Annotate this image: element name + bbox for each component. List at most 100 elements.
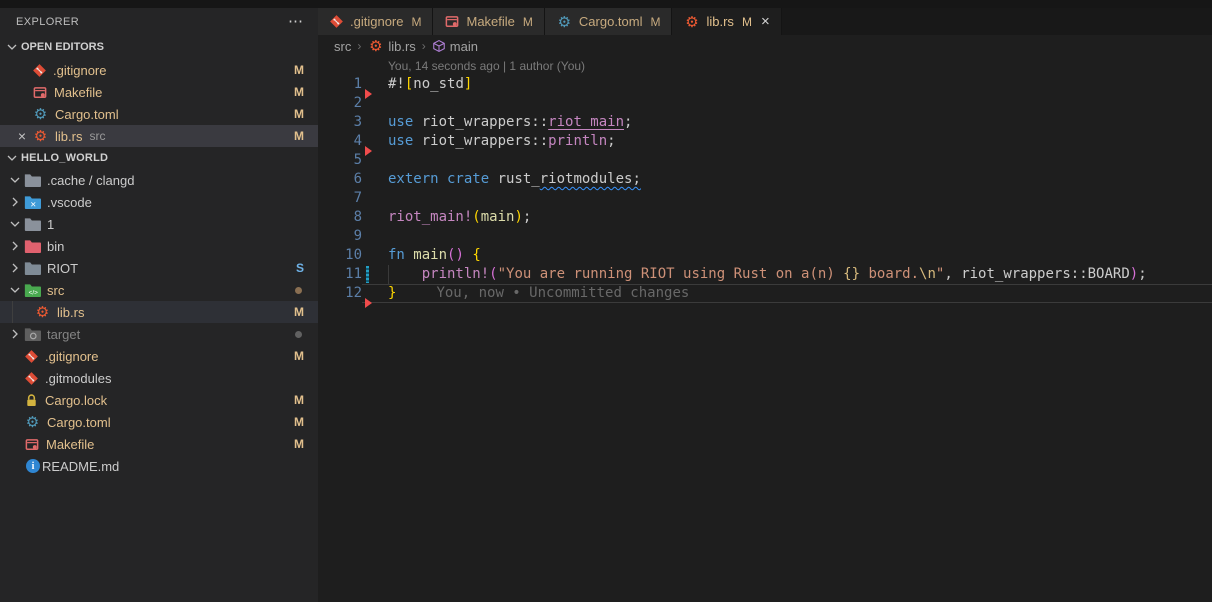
open-editors-list: .gitignoreMMakefileM⚙Cargo.tomlM×⚙lib.rs… [0, 59, 318, 147]
code-token: \n [919, 266, 936, 282]
git-modified-marker [366, 266, 369, 283]
file-label: .gitignore [53, 63, 106, 78]
file-label: RIOT [47, 261, 78, 276]
file-label: Cargo.toml [55, 107, 119, 122]
code-line-7[interactable]: 7 [318, 189, 1212, 208]
code-line-11[interactable]: 11 println!("You are running RIOT using … [318, 265, 1212, 284]
breadcrumb-item-src[interactable]: src [334, 39, 351, 54]
code-line-10[interactable]: 10fn main() { [318, 246, 1212, 265]
explorer-sidebar: EXPLORER ⋯ OPEN EDITORS .gitignoreMMakef… [0, 0, 318, 602]
open-editor-item-lib.rs[interactable]: ×⚙lib.rssrcM [0, 125, 318, 147]
indent-guide [388, 265, 389, 284]
tree-item-cargo.toml[interactable]: ⚙Cargo.tomlM [0, 411, 318, 433]
tree-item-makefile[interactable]: MakefileM [0, 433, 318, 455]
svg-text:</>: </> [29, 289, 38, 296]
explorer-title: EXPLORER [16, 16, 79, 28]
svg-text:✕: ✕ [30, 199, 36, 208]
code-line-3[interactable]: 3use riot_wrappers::riot_main; [318, 113, 1212, 132]
git-status-badge: M [294, 107, 304, 121]
file-label: 1 [47, 217, 54, 232]
open-editors-header[interactable]: OPEN EDITORS [0, 35, 318, 59]
git-status-badge: M [294, 63, 304, 77]
line-number: 3 [318, 113, 362, 132]
folder-icon: </> [24, 283, 41, 298]
tree-item-.gitmodules[interactable]: .gitmodules [0, 367, 318, 389]
file-label: lib.rs [55, 129, 82, 144]
line-number: 8 [318, 208, 362, 227]
git-status-badge: M [294, 129, 304, 143]
explorer-header: EXPLORER ⋯ [0, 8, 318, 35]
file-label: README.md [42, 459, 119, 474]
chevron-slot [6, 260, 24, 276]
tree-item-target[interactable]: target [0, 323, 318, 345]
code-token [388, 266, 422, 282]
code-token: riot_wrappers:: [422, 133, 548, 149]
code-token: #! [388, 76, 405, 92]
window-title-strip [0, 0, 1212, 8]
tab-cargo.toml[interactable]: ⚙Cargo.tomlM [545, 8, 673, 35]
code-token: ( [472, 209, 480, 225]
git-icon [32, 63, 47, 78]
breadcrumb-item-main[interactable]: main [432, 39, 478, 54]
open-editor-item-makefile[interactable]: MakefileM [0, 81, 318, 103]
line-number: 6 [318, 170, 362, 189]
chevron-down-icon [4, 39, 20, 55]
line-number: 11 [318, 265, 362, 284]
git-deleted-marker [365, 298, 372, 308]
tree-item-.vscode[interactable]: ✕.vscode [0, 191, 318, 213]
chevron-down-icon [7, 216, 23, 232]
modified-dot-badge [295, 287, 302, 294]
chevron-down-icon [4, 150, 20, 166]
tab-.gitignore[interactable]: .gitignoreM [318, 8, 433, 35]
tree-item-1[interactable]: 1 [0, 213, 318, 235]
close-icon[interactable]: × [12, 128, 32, 144]
code-token: println! [422, 266, 489, 282]
code-editor[interactable]: 1#![no_std]23use riot_wrappers::riot_mai… [318, 75, 1212, 303]
code-token: ; [607, 133, 615, 149]
tab-label: .gitignore [350, 14, 403, 29]
code-token: ; [523, 209, 531, 225]
code-token: use [388, 133, 422, 149]
breadcrumb-item-lib.rs[interactable]: ⚙lib.rs [367, 38, 415, 54]
code-line-5[interactable]: 5 [318, 151, 1212, 170]
tab-lib.rs[interactable]: ⚙lib.rsM× [672, 8, 781, 35]
code-line-12[interactable]: 12}You, now • Uncommitted changes [318, 284, 1212, 303]
chevron-slot [6, 326, 24, 342]
rust-icon: ⚙ [683, 14, 700, 30]
close-icon[interactable]: × [761, 15, 770, 28]
workspace-header[interactable]: HELLO_WORLD [0, 147, 318, 169]
line-content: }You, now • Uncommitted changes [362, 284, 1212, 303]
tab-makefile[interactable]: MakefileM [433, 8, 544, 35]
file-label: .gitmodules [45, 371, 111, 386]
tab-label: Cargo.toml [579, 14, 643, 29]
tree-item-riot[interactable]: RIOTS [0, 257, 318, 279]
code-line-4[interactable]: 4use riot_wrappers::println; [318, 132, 1212, 151]
more-actions-icon[interactable]: ⋯ [288, 17, 304, 27]
git-status-badge: M [294, 85, 304, 99]
tree-item-.gitignore[interactable]: .gitignoreM [0, 345, 318, 367]
tab-modified-badge: M [650, 15, 660, 29]
folder-icon [24, 239, 41, 254]
chevron-slot [6, 172, 24, 188]
open-editor-item-cargo.toml[interactable]: ⚙Cargo.tomlM [0, 103, 318, 125]
code-line-2[interactable]: 2 [318, 94, 1212, 113]
code-line-8[interactable]: 8riot_main!(main); [318, 208, 1212, 227]
open-editor-item-.gitignore[interactable]: .gitignore M [0, 59, 318, 81]
chevron-slot [6, 282, 24, 298]
tree-item-.cache-clangd[interactable]: .cache / clangd [0, 169, 318, 191]
breadcrumb: src›⚙lib.rs›main [318, 35, 1212, 57]
git-icon [24, 371, 39, 386]
tree-item-cargo.lock[interactable]: Cargo.lockM [0, 389, 318, 411]
code-token: riot_main [548, 114, 624, 130]
tree-item-bin[interactable]: bin [0, 235, 318, 257]
code-token: ) [1130, 266, 1138, 282]
line-number: 1 [318, 75, 362, 94]
makefile-icon [444, 14, 460, 29]
tree-item-readme.md[interactable]: iREADME.md [0, 455, 318, 477]
code-line-6[interactable]: 6extern crate rust_riotmodules; [318, 170, 1212, 189]
code-line-1[interactable]: 1#![no_std] [318, 75, 1212, 94]
code-token: ] [464, 76, 472, 92]
tree-item-src[interactable]: </>src [0, 279, 318, 301]
tree-item-lib.rs[interactable]: ⚙lib.rsM [0, 301, 318, 323]
code-line-9[interactable]: 9 [318, 227, 1212, 246]
